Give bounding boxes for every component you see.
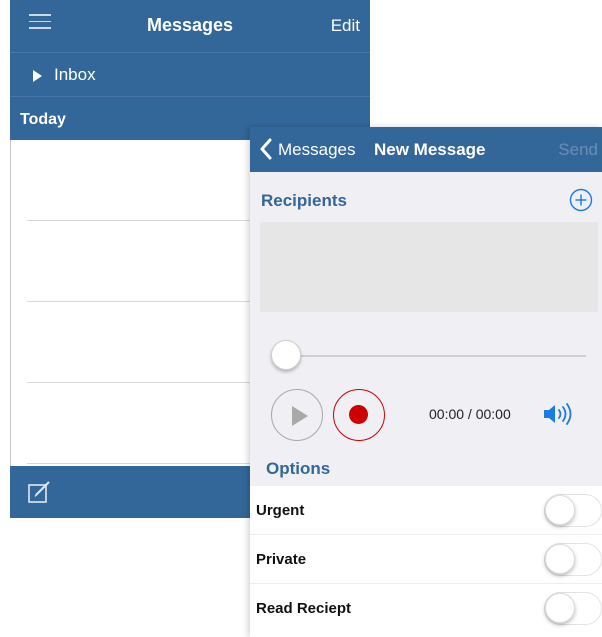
toggle-knob (545, 544, 575, 574)
messages-navbar: Messages Edit (10, 0, 370, 52)
plus-circle-icon[interactable] (569, 188, 593, 212)
recipients-label: Recipients (261, 191, 347, 210)
playback-slider-thumb[interactable] (271, 340, 301, 370)
option-urgent: Urgent (250, 486, 602, 535)
messages-title: Messages (146, 15, 234, 35)
disclosure-triangle-icon (33, 70, 42, 82)
option-label: Private (256, 551, 307, 568)
today-label: Today (20, 111, 66, 128)
chevron-left-icon[interactable] (259, 138, 273, 160)
option-label: Urgent (256, 502, 305, 519)
inbox-label: Inbox (54, 65, 96, 84)
recipients-field[interactable] (260, 222, 598, 312)
new-message-screen: Messages New Message Send Recipients 00:… (250, 127, 602, 637)
send-button[interactable]: Send (558, 140, 598, 160)
playback-slider-track[interactable] (286, 355, 586, 357)
record-button[interactable] (333, 389, 385, 441)
compose-icon[interactable] (27, 479, 53, 505)
inbox-folder[interactable]: Inbox (10, 52, 370, 96)
toggle-knob (545, 593, 575, 623)
urgent-toggle[interactable] (544, 494, 602, 527)
record-icon (349, 405, 368, 424)
options-list: Urgent Private Read Reciept (250, 486, 602, 637)
toggle-knob (545, 495, 575, 525)
playback-time: 00:00 / 00:00 (429, 406, 511, 422)
play-button[interactable] (271, 389, 323, 441)
read-receipt-toggle[interactable] (544, 592, 602, 625)
private-toggle[interactable] (544, 543, 602, 576)
edit-button[interactable]: Edit (331, 16, 360, 36)
new-message-navbar: Messages New Message Send (250, 127, 602, 172)
play-icon (292, 406, 308, 426)
option-private: Private (250, 535, 602, 584)
new-message-title: New Message (374, 140, 486, 159)
option-label: Read Reciept (256, 600, 352, 617)
speaker-volume-icon[interactable] (542, 401, 574, 427)
options-label: Options (266, 459, 331, 478)
option-read-receipt: Read Reciept (250, 584, 602, 633)
back-button[interactable]: Messages (278, 140, 355, 160)
